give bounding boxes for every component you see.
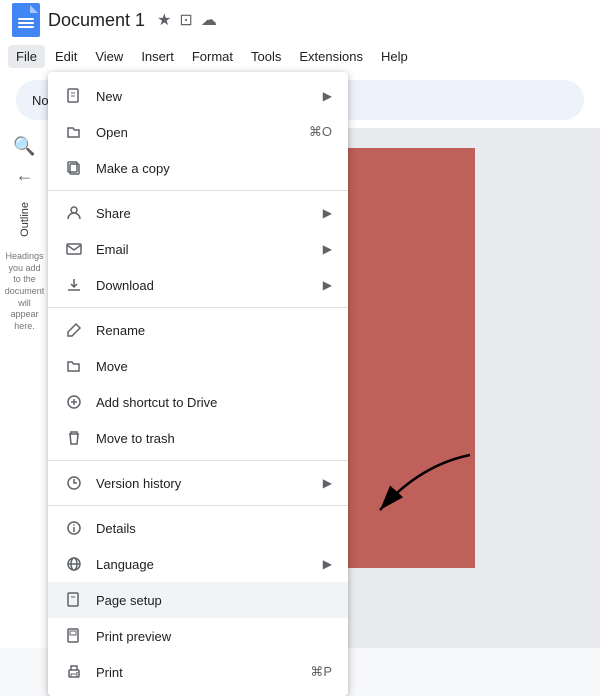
- menu-entry-new[interactable]: New ▶: [48, 78, 348, 114]
- download-icon: [64, 275, 84, 295]
- new-label: New: [96, 89, 315, 104]
- menu-entry-rename[interactable]: Rename: [48, 312, 348, 348]
- share-label: Share: [96, 206, 315, 221]
- menu-entry-add-shortcut[interactable]: Add shortcut to Drive: [48, 384, 348, 420]
- page-setup-label: Page setup: [96, 593, 332, 608]
- email-label: Email: [96, 242, 315, 257]
- arrow-svg: [360, 445, 480, 525]
- menu-entry-details[interactable]: Details: [48, 510, 348, 546]
- page-setup-icon: [64, 590, 84, 610]
- download-arrow: ▶: [323, 278, 332, 292]
- print-preview-icon: [64, 626, 84, 646]
- make-copy-label: Make a copy: [96, 161, 332, 176]
- move-icon: [64, 356, 84, 376]
- divider-3: [48, 460, 348, 461]
- menu-entry-open[interactable]: Open ⌘O: [48, 114, 348, 150]
- menu-entry-language[interactable]: Language ▶: [48, 546, 348, 582]
- new-icon: [64, 86, 84, 106]
- menu-entry-share[interactable]: Share ▶: [48, 195, 348, 231]
- print-icon: [64, 662, 84, 682]
- print-label: Print: [96, 665, 302, 680]
- add-shortcut-icon: [64, 392, 84, 412]
- version-history-arrow: ▶: [323, 476, 332, 490]
- details-icon: [64, 518, 84, 538]
- make-copy-icon: [64, 158, 84, 178]
- print-preview-label: Print preview: [96, 629, 332, 644]
- download-label: Download: [96, 278, 315, 293]
- move-trash-label: Move to trash: [96, 431, 332, 446]
- open-shortcut: ⌘O: [309, 124, 332, 140]
- move-label: Move: [96, 359, 332, 374]
- menu-entry-move[interactable]: Move: [48, 348, 348, 384]
- divider-2: [48, 307, 348, 308]
- divider-4: [48, 505, 348, 506]
- menu-entry-move-trash[interactable]: Move to trash: [48, 420, 348, 456]
- rename-label: Rename: [96, 323, 332, 338]
- menu-entry-version-history[interactable]: Version history ▶: [48, 465, 348, 501]
- menu-entry-email[interactable]: Email ▶: [48, 231, 348, 267]
- add-shortcut-label: Add shortcut to Drive: [96, 395, 332, 410]
- language-label: Language: [96, 557, 315, 572]
- share-arrow: ▶: [323, 206, 332, 220]
- print-shortcut: ⌘P: [310, 664, 332, 680]
- new-arrow: ▶: [323, 89, 332, 103]
- share-icon: [64, 203, 84, 223]
- dropdown-overlay: New ▶ Open ⌘O Make a copy Share ▶: [0, 0, 600, 640]
- language-icon: [64, 554, 84, 574]
- details-label: Details: [96, 521, 332, 536]
- menu-entry-download[interactable]: Download ▶: [48, 267, 348, 303]
- arrow-annotation: [360, 445, 480, 528]
- version-history-icon: [64, 473, 84, 493]
- email-icon: [64, 239, 84, 259]
- language-arrow: ▶: [323, 557, 332, 571]
- version-history-label: Version history: [96, 476, 315, 491]
- menu-entry-print-preview[interactable]: Print preview: [48, 618, 348, 654]
- file-dropdown-menu: New ▶ Open ⌘O Make a copy Share ▶: [48, 72, 348, 696]
- divider-1: [48, 190, 348, 191]
- email-arrow: ▶: [323, 242, 332, 256]
- trash-icon: [64, 428, 84, 448]
- menu-entry-make-copy[interactable]: Make a copy: [48, 150, 348, 186]
- open-icon: [64, 122, 84, 142]
- menu-entry-print[interactable]: Print ⌘P: [48, 654, 348, 690]
- rename-icon: [64, 320, 84, 340]
- menu-entry-page-setup[interactable]: Page setup: [48, 582, 348, 618]
- open-label: Open: [96, 125, 301, 140]
